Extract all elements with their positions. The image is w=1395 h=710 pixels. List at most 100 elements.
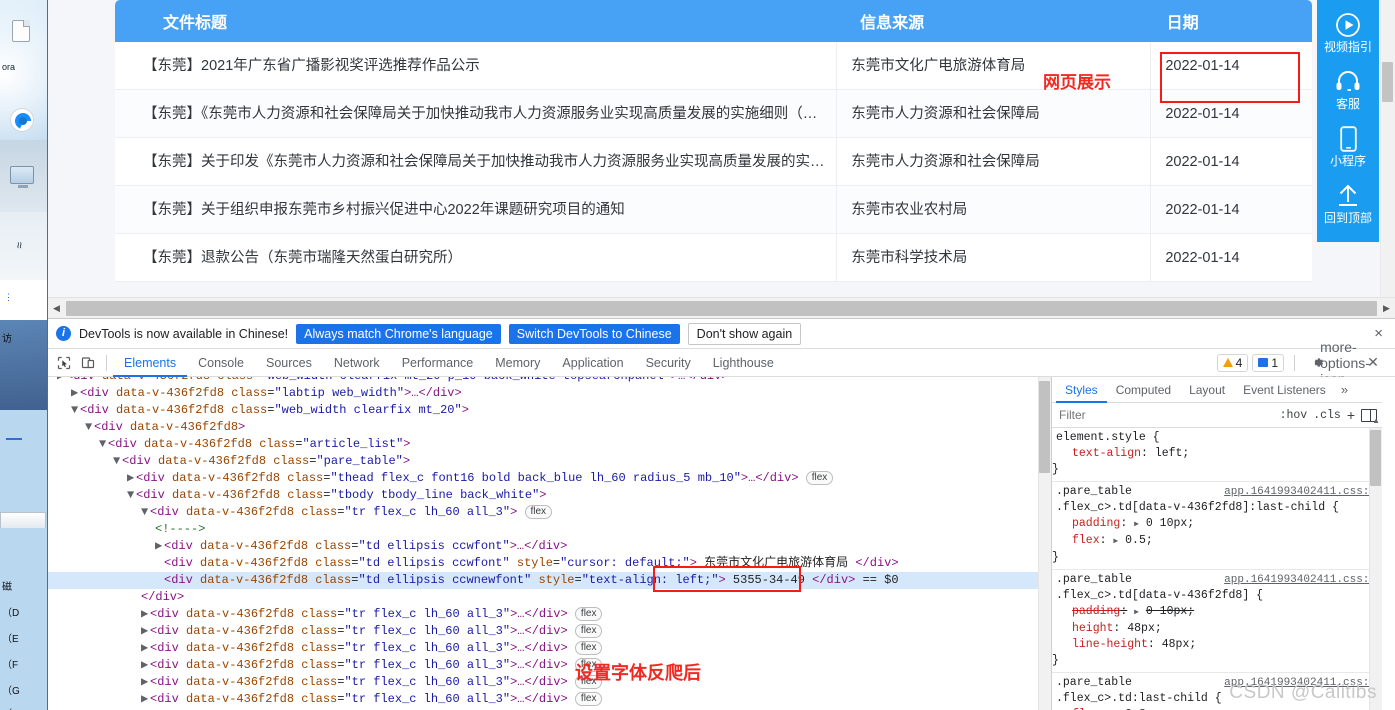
side-toolbar-item[interactable]: 小程序 xyxy=(1317,120,1379,177)
devtools-tab-network[interactable]: Network xyxy=(323,349,391,377)
devtools-tab-application[interactable]: Application xyxy=(551,349,634,377)
more-options-icon[interactable]: more-options-icon xyxy=(1320,339,1370,387)
hov-toggle[interactable]: :hov xyxy=(1280,409,1308,422)
style-source-link[interactable]: app.1641993402411.css:1 xyxy=(1224,484,1382,500)
style-source-link[interactable]: app.1641993402411.css:1 xyxy=(1224,572,1382,588)
flex-badge[interactable]: flex xyxy=(574,675,603,689)
dom-line[interactable]: <div data-v-436f2fd8 class="td ellipsis … xyxy=(48,555,1051,572)
cls-toggle[interactable]: .cls xyxy=(1313,409,1341,422)
style-declaration[interactable]: text-align: left; xyxy=(1052,446,1382,462)
my-computer-icon[interactable] xyxy=(10,166,34,188)
dom-vertical-scrollbar[interactable] xyxy=(1038,377,1051,710)
dom-line[interactable]: ▼ <div data-v-436f2fd8 class="pare_table"… xyxy=(48,453,1051,470)
cell-title[interactable]: 【东莞】关于印发《东莞市人力资源和社会保障局关于加快推动我市人力资源服务业实现高… xyxy=(115,138,836,186)
styles-tab-layout[interactable]: Layout xyxy=(1180,377,1234,403)
styles-more-tabs-icon[interactable]: » xyxy=(1335,382,1354,397)
page-horizontal-scrollbar[interactable]: ◀ ▶ xyxy=(48,297,1395,318)
cell-title[interactable]: 【东莞】退款公告（东莞市瑞隆天然蛋白研究所） xyxy=(115,234,836,282)
style-selector-continued[interactable]: .flex_c>.td[data-v-436f2fd8]:last-child … xyxy=(1052,500,1382,516)
style-selector[interactable]: .pare_table xyxy=(1052,675,1132,691)
styles-tab-styles[interactable]: Styles xyxy=(1056,377,1107,403)
close-devtools-icon[interactable]: ✕ xyxy=(1361,352,1385,374)
styles-tab-event-listeners[interactable]: Event Listeners xyxy=(1234,377,1335,403)
explorer-tab[interactable] xyxy=(0,512,46,528)
dom-line[interactable]: ▶ <div data-v-436f2fd8 class="tr flex_c l… xyxy=(48,691,1051,708)
device-toolbar-icon[interactable] xyxy=(76,352,100,374)
table-row[interactable]: 【东莞】关于组织申报东莞市乡村振兴促进中心2022年课题研究项目的通知 东莞市农业… xyxy=(115,185,1312,234)
dom-line[interactable]: ▶ <div data-v-436f2fd8 class="td ellipsis… xyxy=(48,538,1051,555)
flex-badge[interactable]: flex xyxy=(574,692,603,706)
browser-logo-icon[interactable] xyxy=(10,108,34,132)
inspect-element-icon[interactable] xyxy=(52,352,76,374)
page-vertical-scrollbar[interactable] xyxy=(1380,0,1395,297)
style-selector-continued[interactable]: .flex_c>.td:last-child { xyxy=(1052,691,1382,707)
styles-scroll-thumb[interactable] xyxy=(1370,430,1381,486)
dom-line[interactable]: ▶ <div data-v-436f2fd8 class="tr flex_c l… xyxy=(48,606,1051,623)
warning-badge[interactable]: 4 xyxy=(1216,353,1249,372)
devtools-tab-memory[interactable]: Memory xyxy=(484,349,551,377)
cell-title[interactable]: 【东莞】《东莞市人力资源和社会保障局关于加快推动我市人力资源服务业实现高质量发展… xyxy=(115,90,836,138)
cell-title[interactable]: 【东莞】2021年广东省广播影视奖评选推荐作品公示 xyxy=(115,42,836,90)
switch-to-chinese-button[interactable]: Switch DevTools to Chinese xyxy=(508,323,680,344)
dom-line[interactable]: ▶<div data-v-436f2fd8 class="web_width c… xyxy=(48,377,1051,385)
devtools-tab-sources[interactable]: Sources xyxy=(255,349,323,377)
vertical-menu-icon[interactable]: ⋮ xyxy=(4,292,13,303)
devtools-tab-console[interactable]: Console xyxy=(187,349,255,377)
styles-scroll-up-arrow[interactable]: ▲ xyxy=(1372,416,1380,425)
dom-line[interactable]: ▼ <div data-v-436f2fd8> xyxy=(48,419,1051,436)
desktop-document-icon[interactable] xyxy=(12,20,30,42)
dom-line[interactable]: ▼ <div data-v-436f2fd8 class="tbody tbody… xyxy=(48,487,1051,504)
style-declaration[interactable]: padding: ▶ 0 10px; xyxy=(1052,604,1382,621)
style-declaration[interactable]: flex: ▶ 0.5; xyxy=(1052,533,1382,550)
message-badge[interactable]: 1 xyxy=(1252,353,1284,372)
side-toolbar-item[interactable]: 视频指引 xyxy=(1317,6,1379,63)
dom-line[interactable]: ▶ <div data-v-436f2fd8 class="tr flex_c l… xyxy=(48,640,1051,657)
style-rule[interactable]: .pare_table app.1641993402411.css:1 .flex_… xyxy=(1052,482,1382,570)
always-match-language-button[interactable]: Always match Chrome's language xyxy=(296,323,501,344)
style-selector-continued[interactable]: .flex_c>.td[data-v-436f2fd8] { xyxy=(1052,588,1382,604)
style-selector[interactable]: .pare_table xyxy=(1052,572,1132,588)
scroll-right-arrow[interactable]: ▶ xyxy=(1378,298,1395,319)
style-selector[interactable]: element.style { xyxy=(1052,430,1160,446)
devtools-tab-elements[interactable]: Elements xyxy=(113,349,187,377)
dom-line[interactable]: ▶ <div data-v-436f2fd8 class="tr flex_c l… xyxy=(48,657,1051,674)
hscroll-thumb[interactable] xyxy=(66,300,1377,316)
close-icon[interactable]: × xyxy=(1374,325,1387,342)
flex-badge[interactable]: flex xyxy=(574,624,603,638)
dont-show-again-button[interactable]: Don't show again xyxy=(687,322,802,345)
flex-badge[interactable]: flex xyxy=(524,505,553,519)
style-rule[interactable]: .pare_table app.1641993402411.css:1 .flex_… xyxy=(1052,570,1382,673)
devtools-tab-performance[interactable]: Performance xyxy=(391,349,485,377)
scroll-left-arrow[interactable]: ◀ xyxy=(48,298,65,319)
styles-filter-input[interactable] xyxy=(1057,407,1274,423)
dom-tree-pane[interactable]: ▶<div data-v-436f2fd8 class="web_width c… xyxy=(48,377,1051,710)
style-declaration[interactable]: padding: ▶ 0 10px; xyxy=(1052,516,1382,533)
styles-tab-computed[interactable]: Computed xyxy=(1107,377,1180,403)
dom-line[interactable]: ▶ <div data-v-436f2fd8 class="tr flex_c l… xyxy=(48,674,1051,691)
flex-badge[interactable]: flex xyxy=(805,471,834,485)
table-row[interactable]: 【东莞】《东莞市人力资源和社会保障局关于加快推动我市人力资源服务业实现高质量发展… xyxy=(115,89,1312,138)
flex-badge[interactable]: flex xyxy=(574,658,603,672)
table-row[interactable]: 【东莞】关于印发《东莞市人力资源和社会保障局关于加快推动我市人力资源服务业实现高… xyxy=(115,137,1312,186)
page-scroll-thumb[interactable] xyxy=(1382,62,1393,102)
table-row[interactable]: 【东莞】2021年广东省广播影视奖评选推荐作品公示 东莞市文化广电旅游体育局 202… xyxy=(115,41,1312,90)
dom-line[interactable]: ▼ <div data-v-436f2fd8 class="web_width c… xyxy=(48,402,1051,419)
dom-line[interactable]: </div> xyxy=(48,589,1051,606)
style-source-link[interactable]: app.1641993402411.css:1 xyxy=(1224,675,1382,691)
style-rule[interactable]: .pare_table app.1641993402411.css:1 .flex_… xyxy=(1052,673,1382,710)
styles-vertical-scrollbar[interactable]: ▲ xyxy=(1369,416,1382,710)
new-style-rule-button[interactable]: + xyxy=(1347,407,1355,423)
devtools-tab-security[interactable]: Security xyxy=(635,349,702,377)
dom-line[interactable]: ▶ <div data-v-436f2fd8 class="thead flex_… xyxy=(48,470,1051,487)
table-row[interactable]: 【东莞】退款公告（东莞市瑞隆天然蛋白研究所） 东莞市科学技术局 2022-01-14 xyxy=(115,233,1312,282)
dom-line[interactable]: ▼ <div data-v-436f2fd8 class="tr flex_c l… xyxy=(48,504,1051,521)
dom-line[interactable]: ▼ <div data-v-436f2fd8 class="article_lis… xyxy=(48,436,1051,453)
devtools-tab-lighthouse[interactable]: Lighthouse xyxy=(702,349,785,377)
cell-title[interactable]: 【东莞】关于组织申报东莞市乡村振兴促进中心2022年课题研究项目的通知 xyxy=(115,186,836,234)
style-declaration[interactable]: line-height: 48px; xyxy=(1052,637,1382,653)
dom-scroll-thumb[interactable] xyxy=(1039,381,1050,473)
side-toolbar-item[interactable]: 客服 xyxy=(1317,63,1379,120)
style-selector[interactable]: .pare_table xyxy=(1052,484,1132,500)
side-toolbar-item[interactable]: 回到顶部 xyxy=(1317,177,1379,234)
dom-line[interactable]: <!----> xyxy=(48,521,1051,538)
